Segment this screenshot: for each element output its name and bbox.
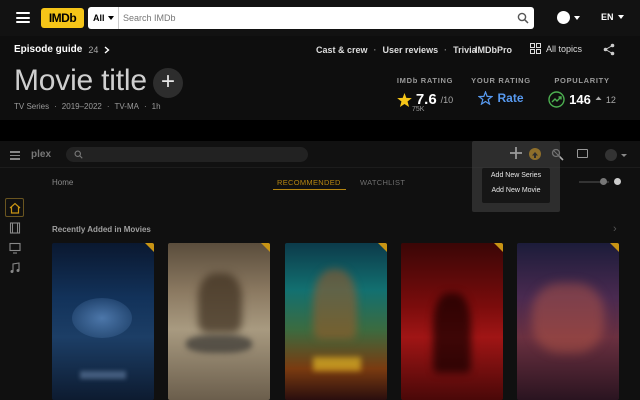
add-new-movie-item[interactable]: Add New Movie <box>482 187 550 194</box>
title-type: TV Series <box>14 102 50 111</box>
imdb-logo[interactable]: IMDb <box>41 8 84 28</box>
add-to-watchlist-button[interactable]: + <box>153 68 183 98</box>
title-hero: Episode guide 24 Cast & crew · User revi… <box>0 36 640 120</box>
chevron-down-icon <box>107 16 114 20</box>
home-icon <box>9 202 21 214</box>
unwatched-badge <box>494 243 503 252</box>
plex-sidebar <box>0 168 30 400</box>
language-label: EN <box>601 12 614 22</box>
imdbpro-link[interactable]: IMDbPro <box>475 45 512 55</box>
separator: · <box>106 102 110 111</box>
tab-recommended[interactable]: RECOMMENDED <box>277 178 341 187</box>
active-tab-indicator <box>273 189 346 190</box>
search-bar: All <box>88 7 534 29</box>
add-new-series-item[interactable]: Add New Series <box>482 172 550 179</box>
arrow-up-icon <box>595 96 602 100</box>
imdb-rating-heading: IMDb RATING <box>396 76 454 85</box>
poster-4[interactable] <box>401 243 503 400</box>
chevron-down-icon <box>574 15 580 20</box>
unwatched-badge <box>378 243 387 252</box>
your-rating[interactable]: YOUR RATING Rate <box>466 76 536 105</box>
grid-icon <box>530 43 541 54</box>
title-certificate: TV-MA <box>114 102 139 111</box>
search-icon[interactable] <box>512 7 534 29</box>
search-icon <box>74 150 83 159</box>
separator: · <box>373 45 377 55</box>
breadcrumb[interactable]: Home <box>52 178 73 187</box>
imdb-rating[interactable]: IMDb RATING 7.6 /10 75K <box>392 76 458 113</box>
tv-icon[interactable] <box>9 242 21 254</box>
episode-guide-link[interactable]: Episode guide 24 <box>14 44 110 55</box>
slider-end-dot <box>614 178 621 185</box>
chevron-down-icon <box>617 15 624 19</box>
add-menu: Add New Series Add New Movie <box>482 168 550 203</box>
section-title[interactable]: Recently Added in Movies <box>52 225 151 234</box>
user-reviews-link[interactable]: User reviews <box>383 45 439 55</box>
user-icon <box>557 11 570 24</box>
poster-1[interactable] <box>52 243 154 400</box>
unwatched-badge <box>261 243 270 252</box>
unwatched-badge <box>610 243 619 252</box>
music-icon[interactable] <box>9 262 21 274</box>
trivia-link[interactable]: Trivia <box>453 45 477 55</box>
separator: · <box>143 102 147 111</box>
poster-3[interactable] <box>285 243 387 400</box>
search-category-dropdown[interactable]: All <box>88 7 119 29</box>
all-topics-label: All topics <box>546 43 583 54</box>
cast-crew-link[interactable]: Cast & crew <box>316 45 368 55</box>
episode-count: 24 <box>88 44 99 55</box>
separator: · <box>54 102 57 111</box>
poster-5[interactable] <box>517 243 619 400</box>
poster-2[interactable] <box>168 243 270 400</box>
popularity-delta: 12 <box>605 94 616 105</box>
share-icon[interactable] <box>603 43 615 61</box>
search-input[interactable] <box>119 8 512 28</box>
popularity-heading: POPULARITY <box>554 76 610 85</box>
imdb-rating-scale: /10 <box>440 94 454 105</box>
episode-guide-label: Episode guide <box>14 44 83 55</box>
title-meta: TV Series · 2019–2022 · TV-MA · 1h <box>14 102 161 111</box>
page-title: Movie title <box>14 64 147 97</box>
avatar[interactable] <box>605 149 617 161</box>
rate-label: Rate <box>497 91 524 105</box>
plex-search-input[interactable] <box>66 147 308 162</box>
slider-handle[interactable] <box>600 178 607 185</box>
cast-icon[interactable] <box>577 149 588 158</box>
tab-watchlist[interactable]: WATCHLIST <box>360 178 405 187</box>
search-category-label: All <box>93 13 105 23</box>
separator: · <box>444 45 448 55</box>
star-outline-icon <box>478 91 494 105</box>
film-icon[interactable] <box>9 222 21 234</box>
plex-logo[interactable]: plex <box>31 149 51 160</box>
chevron-right-icon[interactable]: › <box>613 223 617 235</box>
unwatched-badge <box>145 243 154 252</box>
your-rating-heading: YOUR RATING <box>471 76 531 85</box>
chevron-right-icon <box>104 45 110 54</box>
popularity-value: 146 <box>569 92 591 107</box>
imdb-header: IMDb All EN <box>0 0 640 36</box>
menu-icon[interactable] <box>10 151 20 162</box>
account-menu[interactable] <box>557 11 580 24</box>
language-selector[interactable]: EN <box>601 12 624 22</box>
popularity[interactable]: POPULARITY 146 12 <box>546 76 618 108</box>
menu-icon[interactable] <box>16 12 30 23</box>
trending-up-icon <box>548 91 565 108</box>
all-topics-button[interactable]: All topics <box>530 43 582 54</box>
title-links: Cast & crew · User reviews · Trivia <box>316 45 477 55</box>
title-runtime: 1h <box>151 102 161 111</box>
title-years: 2019–2022 <box>61 102 102 111</box>
star-icon <box>397 92 412 107</box>
chevron-down-icon <box>621 154 627 157</box>
